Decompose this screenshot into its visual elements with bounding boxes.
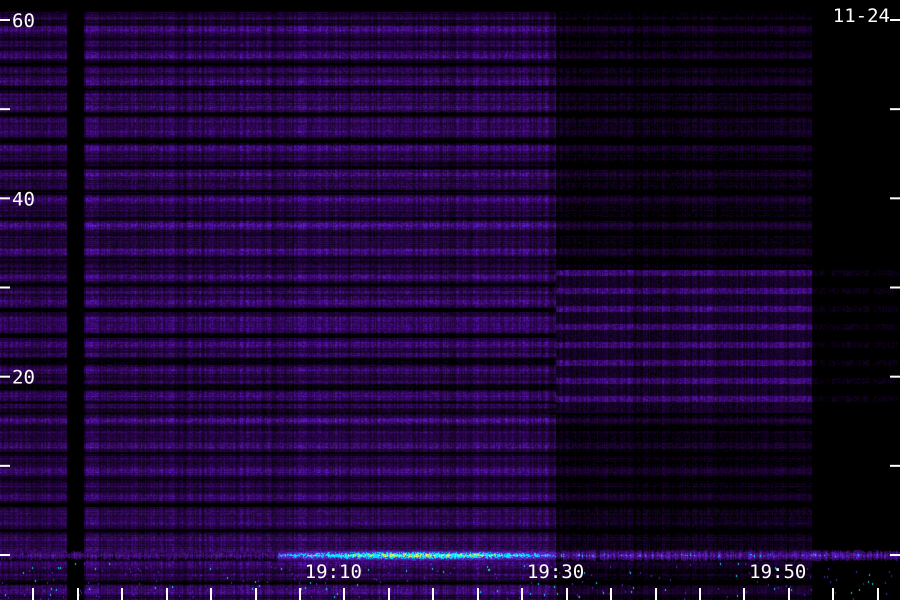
- axis-overlay: 60 40 20 19:10 19:30 19:50: [0, 10, 900, 600]
- x-tick-label-0: 19:10: [305, 561, 362, 583]
- y-tick-label-60: 60: [12, 10, 35, 32]
- x-tick-label-2: 19:50: [749, 561, 806, 583]
- y-tick-label-40: 40: [12, 188, 35, 210]
- spectrogram-stage: 60 40 20 19:10 19:30 19:50 11-24: [0, 0, 900, 600]
- y-tick-label-20: 20: [12, 367, 35, 389]
- date-label: 11-24: [832, 5, 890, 27]
- x-tick-label-1: 19:30: [527, 561, 584, 583]
